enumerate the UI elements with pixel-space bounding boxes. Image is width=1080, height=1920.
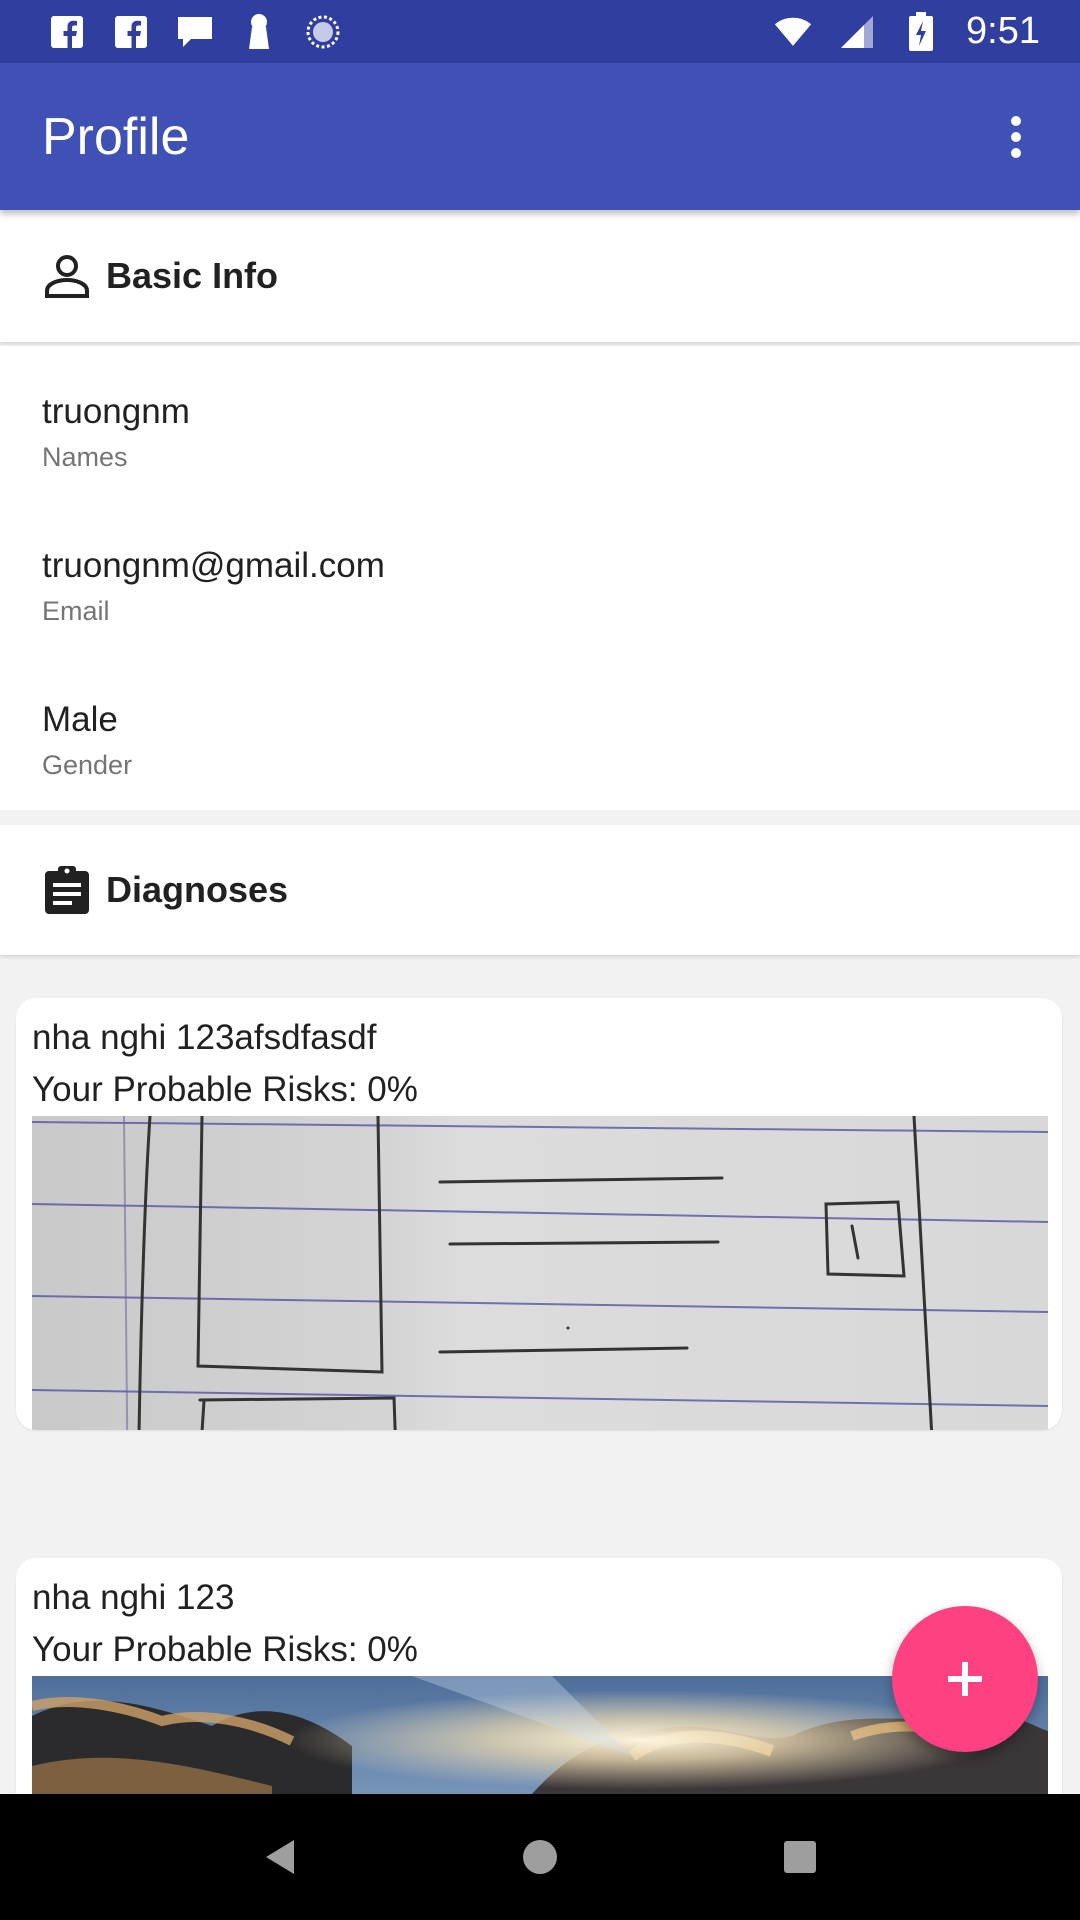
home-icon <box>523 1840 557 1874</box>
basic-info-header: Basic Info <box>0 210 1080 342</box>
email-row[interactable]: truongnm@gmail.com Email <box>42 546 385 627</box>
more-options-button[interactable] <box>992 97 1040 177</box>
navigation-bar <box>0 1794 1080 1920</box>
basic-info-card: truongnm Names truongnm@gmail.com Email … <box>0 346 1080 810</box>
diagnosis-title: nha nghi 123 <box>32 1578 235 1617</box>
back-icon <box>266 1840 294 1874</box>
facebook-icon <box>112 13 150 51</box>
gender-row[interactable]: Male Gender <box>42 700 132 781</box>
clipboard-icon <box>42 865 92 915</box>
profile-content[interactable]: Basic Info truongnm Names truongnm@gmail… <box>0 210 1080 1794</box>
diagnosis-title: nha nghi 123afsdfasdf <box>32 1018 377 1057</box>
basic-info-title: Basic Info <box>106 255 279 296</box>
gender-value: Male <box>42 700 118 739</box>
add-icon <box>948 1662 982 1696</box>
name-row[interactable]: truongnm Names <box>42 392 190 473</box>
diagnosis-risk: Your Probable Risks: 0% <box>32 1070 418 1109</box>
wifi-icon <box>774 13 812 51</box>
diagnosis-risk: Your Probable Risks: 0% <box>32 1630 418 1669</box>
email-value: truongnm@gmail.com <box>42 546 385 585</box>
cell-signal-icon <box>838 13 876 51</box>
message-icon <box>176 13 214 51</box>
back-button[interactable] <box>245 1822 315 1892</box>
name-value: truongnm <box>42 392 190 431</box>
recents-icon <box>784 1841 816 1873</box>
more-vert-icon <box>1011 115 1021 158</box>
status-bar: 9:51 <box>0 0 1080 63</box>
page-title: Profile <box>42 107 190 166</box>
sync-icon <box>304 13 342 51</box>
system-icons: 9:51 <box>774 10 1040 53</box>
diagnoses-header: Diagnoses <box>0 825 1080 955</box>
keyhole-icon <box>240 13 278 51</box>
notebook-sketch-photo <box>32 1116 1048 1430</box>
recents-button[interactable] <box>765 1822 835 1892</box>
notification-icons <box>48 13 342 51</box>
email-label: Email <box>42 596 110 626</box>
diagnosis-card[interactable]: nha nghi 123afsdfasdf Your Probable Risk… <box>16 998 1062 1430</box>
add-diagnosis-button[interactable] <box>892 1606 1038 1752</box>
clock: 9:51 <box>966 10 1040 52</box>
home-button[interactable] <box>505 1822 575 1892</box>
app-bar: Profile <box>0 63 1080 210</box>
name-label: Names <box>42 442 128 472</box>
battery-charging-icon <box>902 11 940 51</box>
gender-label: Gender <box>42 750 133 780</box>
diagnoses-title: Diagnoses <box>106 869 289 910</box>
person-icon <box>42 251 92 301</box>
facebook-icon <box>48 13 86 51</box>
